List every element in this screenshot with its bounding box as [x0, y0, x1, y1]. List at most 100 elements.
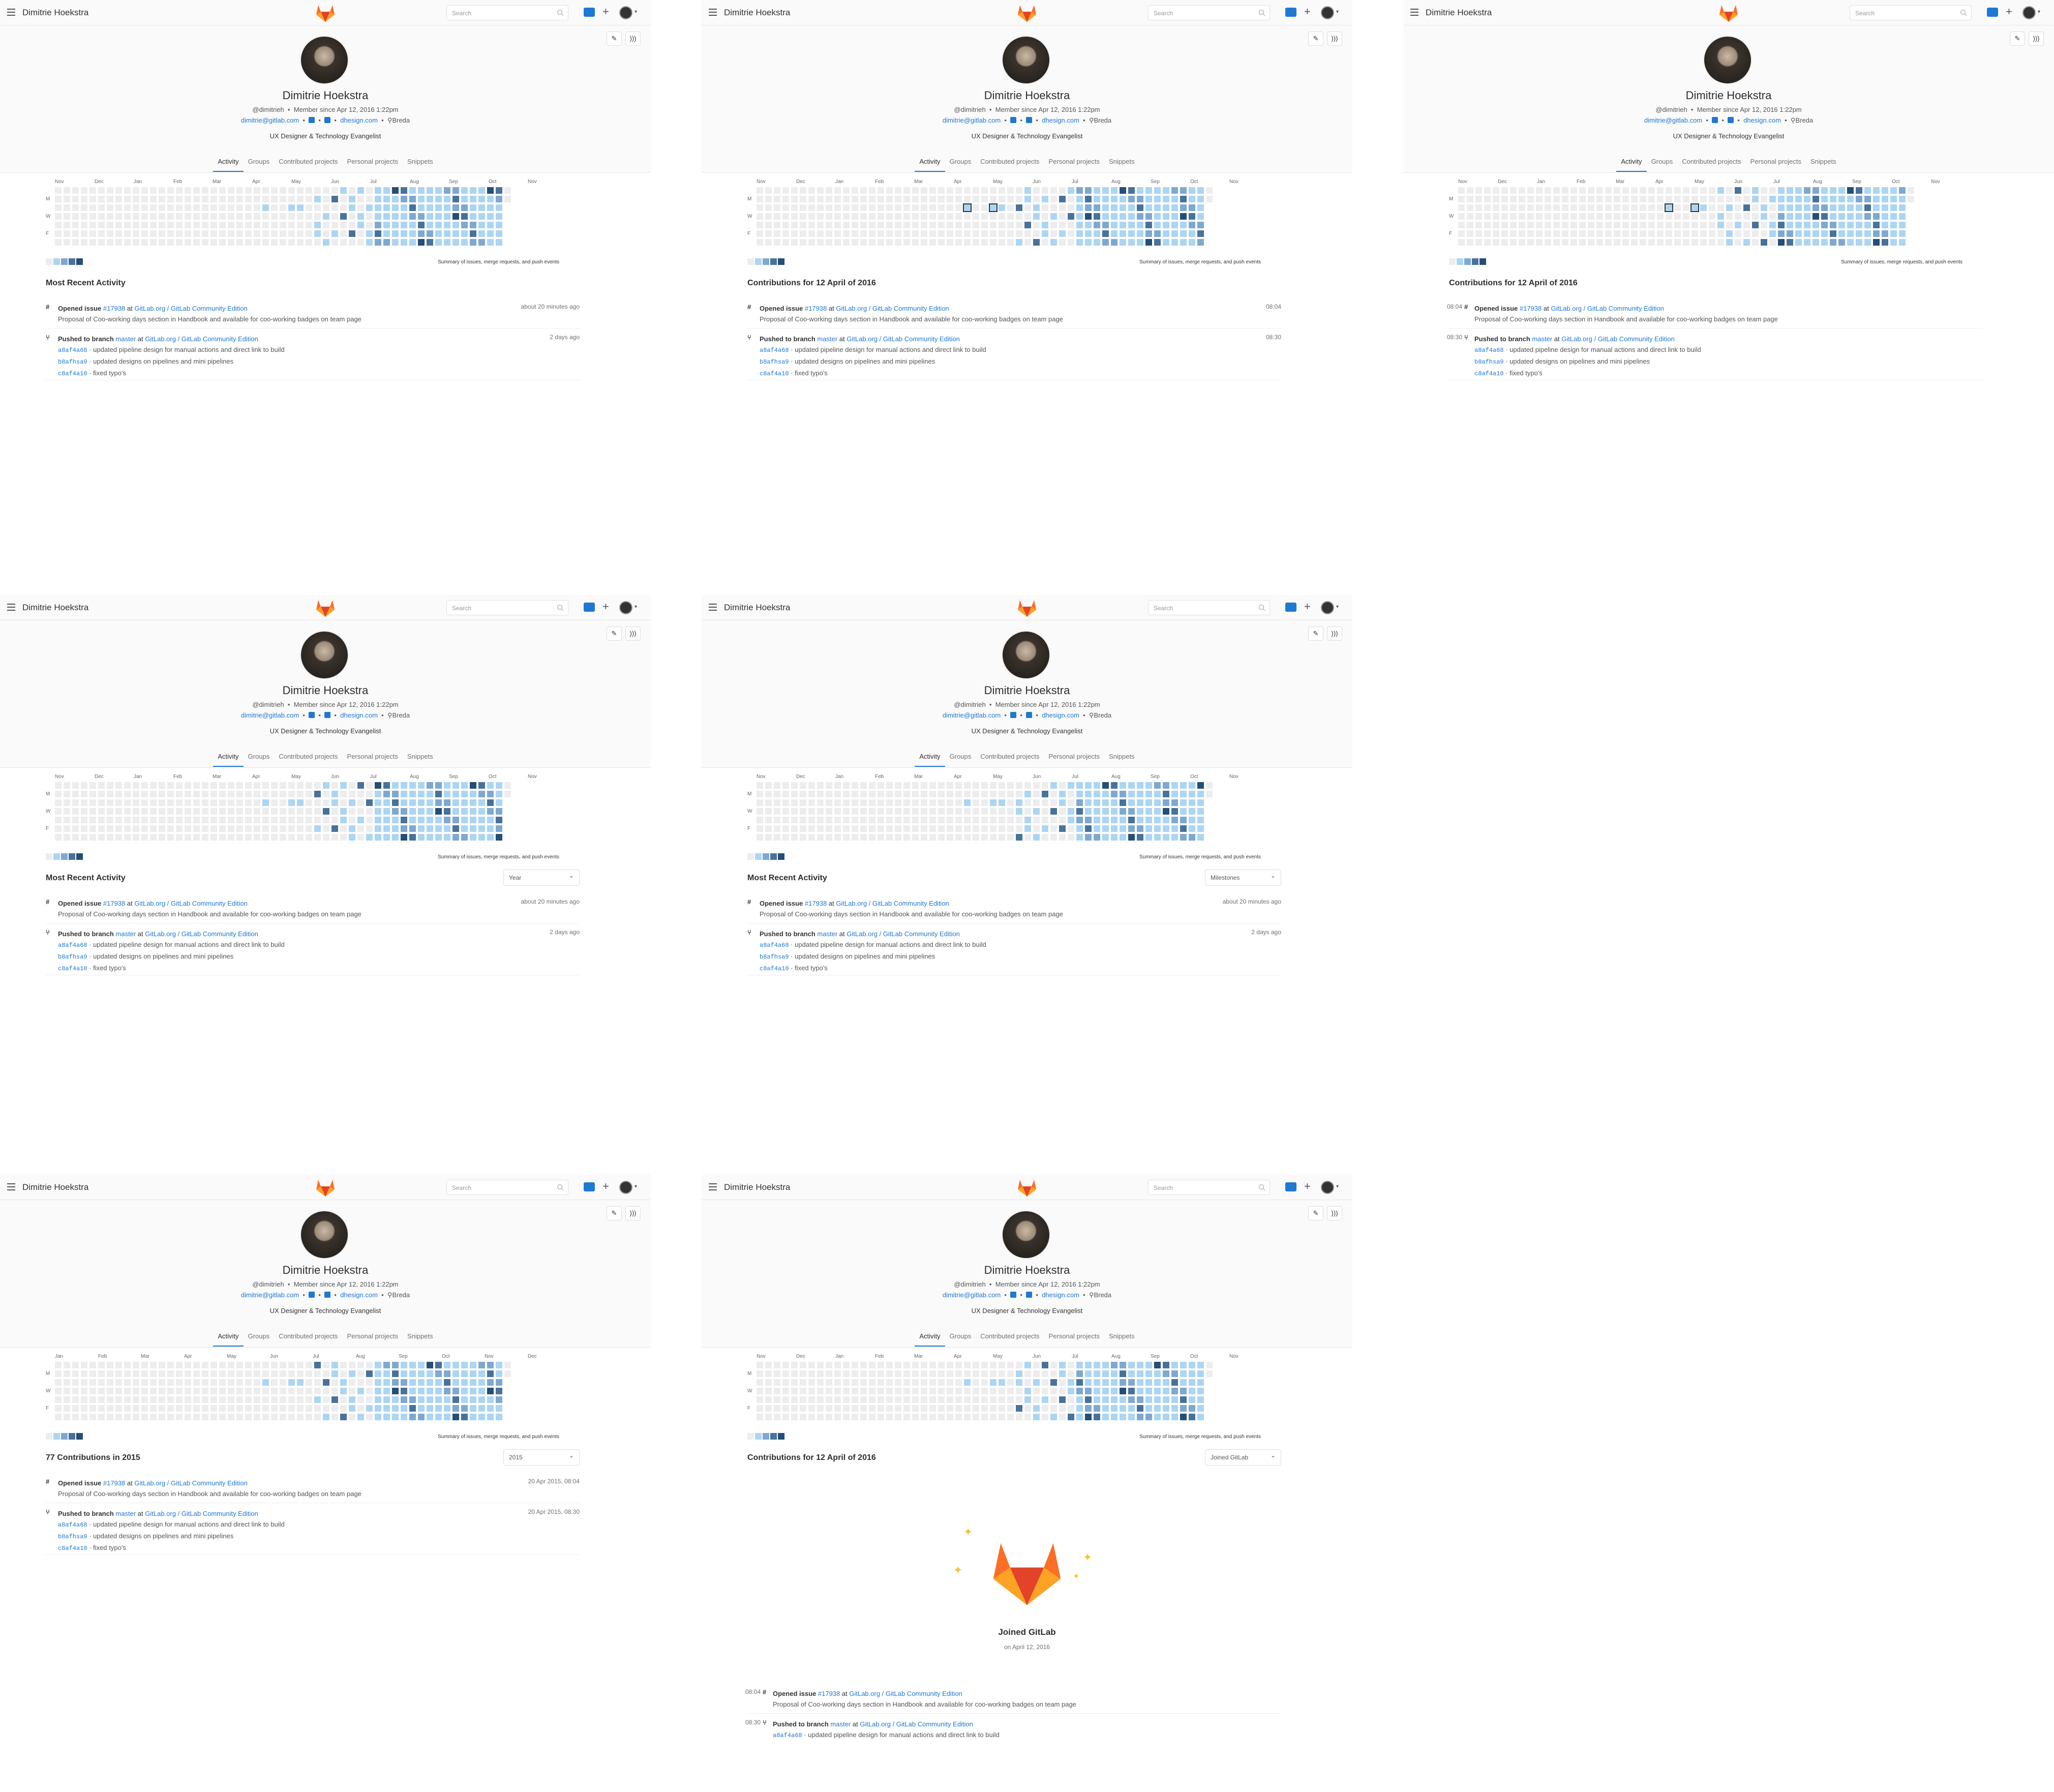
calendar-day-cell[interactable] — [1657, 196, 1664, 202]
calendar-day-cell[interactable] — [999, 213, 1005, 220]
calendar-day-cell[interactable] — [72, 782, 79, 789]
calendar-day-cell[interactable] — [383, 791, 390, 797]
calendar-day-cell[interactable] — [418, 204, 425, 211]
calendar-day-cell[interactable] — [185, 230, 191, 237]
calendar-day-cell[interactable] — [159, 791, 165, 797]
calendar-day-cell[interactable] — [947, 187, 953, 194]
calendar-day-cell[interactable] — [254, 1370, 260, 1377]
calendar-day-cell[interactable] — [981, 791, 988, 797]
calendar-day-cell[interactable] — [349, 1379, 355, 1386]
calendar-day-cell[interactable] — [1059, 825, 1066, 832]
calendar-day-cell[interactable] — [886, 1405, 893, 1412]
calendar-day-cell[interactable] — [245, 791, 252, 797]
calendar-day-cell[interactable] — [1735, 230, 1741, 237]
calendar-day-cell[interactable] — [383, 808, 390, 815]
calendar-day-cell[interactable] — [782, 825, 789, 832]
calendar-day-cell[interactable] — [1024, 230, 1031, 237]
calendar-day-cell[interactable] — [1553, 196, 1560, 202]
calendar-day-cell[interactable] — [808, 834, 815, 841]
calendar-day-cell[interactable] — [280, 782, 286, 789]
linkedin-icon[interactable] — [309, 712, 315, 718]
calendar-day-cell[interactable] — [141, 239, 148, 246]
calendar-day-cell[interactable] — [1033, 187, 1040, 194]
calendar-day-cell[interactable] — [331, 230, 338, 237]
calendar-day-cell[interactable] — [774, 204, 780, 211]
calendar-day-cell[interactable] — [808, 817, 815, 823]
calendar-day-cell[interactable] — [1787, 196, 1793, 202]
calendar-day-cell[interactable] — [1752, 239, 1759, 246]
calendar-day-cell[interactable] — [1076, 825, 1083, 832]
calendar-day-cell[interactable] — [98, 834, 105, 841]
calendar-day-cell[interactable] — [1189, 808, 1195, 815]
calendar-day-cell[interactable] — [1856, 213, 1862, 220]
calendar-day-cell[interactable] — [418, 791, 425, 797]
navbar-title[interactable]: Dimitrie Hoekstra — [724, 603, 790, 613]
calendar-day-cell[interactable] — [834, 1379, 841, 1386]
calendar-day-cell[interactable] — [964, 239, 971, 246]
calendar-day-cell[interactable] — [1085, 1362, 1092, 1368]
tab-groups[interactable]: Groups — [945, 1327, 976, 1346]
calendar-day-cell[interactable] — [375, 204, 381, 211]
calendar-day-cell[interactable] — [262, 187, 269, 194]
calendar-day-cell[interactable] — [1102, 187, 1109, 194]
calendar-day-cell[interactable] — [89, 213, 96, 220]
calendar-day-cell[interactable] — [782, 799, 789, 806]
calendar-day-cell[interactable] — [262, 230, 269, 237]
commit-sha-link[interactable]: c8af4a10 — [760, 965, 789, 972]
calendar-day-cell[interactable] — [167, 222, 174, 228]
calendar-day-cell[interactable] — [1128, 213, 1135, 220]
calendar-day-cell[interactable] — [366, 1362, 373, 1368]
calendar-day-cell[interactable] — [228, 239, 234, 246]
calendar-day-cell[interactable] — [323, 1388, 329, 1394]
calendar-day-cell[interactable] — [1111, 239, 1117, 246]
user-menu-avatar[interactable] — [619, 601, 632, 614]
new-item-plus-icon[interactable]: + — [602, 1181, 609, 1192]
calendar-day-cell[interactable] — [185, 808, 191, 815]
calendar-day-cell[interactable] — [1128, 1370, 1135, 1377]
calendar-day-cell[interactable] — [1795, 204, 1802, 211]
calendar-day-cell[interactable] — [1111, 825, 1117, 832]
calendar-day-cell[interactable] — [1570, 222, 1577, 228]
calendar-day-cell[interactable] — [1717, 187, 1724, 194]
calendar-day-cell[interactable] — [236, 1388, 243, 1394]
calendar-day-cell[interactable] — [895, 239, 901, 246]
calendar-day-cell[interactable] — [306, 213, 312, 220]
calendar-day-cell[interactable] — [478, 808, 485, 815]
calendar-day-cell[interactable] — [1154, 799, 1161, 806]
calendar-day-cell[interactable] — [782, 1405, 789, 1412]
calendar-day-cell[interactable] — [314, 230, 321, 237]
calendar-day-cell[interactable] — [236, 782, 243, 789]
calendar-day-cell[interactable] — [81, 239, 87, 246]
calendar-day-cell[interactable] — [1094, 817, 1100, 823]
calendar-day-cell[interactable] — [1094, 196, 1100, 202]
calendar-day-cell[interactable] — [1778, 230, 1785, 237]
calendar-day-cell[interactable] — [1761, 239, 1767, 246]
calendar-day-cell[interactable] — [107, 808, 113, 815]
hamburger-menu-icon[interactable] — [709, 604, 717, 611]
calendar-day-cell[interactable] — [1059, 222, 1066, 228]
calendar-day-cell[interactable] — [115, 222, 122, 228]
calendar-day-cell[interactable] — [409, 808, 416, 815]
tab-contributed-projects[interactable]: Contributed projects — [274, 1327, 342, 1346]
calendar-day-cell[interactable] — [210, 817, 217, 823]
chevron-down-icon[interactable]: ▾ — [1336, 1184, 1339, 1189]
calendar-day-cell[interactable] — [817, 1362, 824, 1368]
calendar-day-cell[interactable] — [817, 222, 824, 228]
calendar-day-cell[interactable] — [288, 1396, 295, 1403]
calendar-day-cell[interactable] — [1545, 204, 1551, 211]
calendar-day-cell[interactable] — [886, 1362, 893, 1368]
calendar-day-cell[interactable] — [115, 1414, 122, 1420]
calendar-day-cell[interactable] — [409, 187, 416, 194]
calendar-day-cell[interactable] — [141, 834, 148, 841]
calendar-day-cell[interactable] — [1007, 213, 1014, 220]
calendar-day-cell[interactable] — [1562, 230, 1568, 237]
calendar-day-cell[interactable] — [1033, 1405, 1040, 1412]
calendar-day-cell[interactable] — [1873, 196, 1880, 202]
calendar-day-cell[interactable] — [1622, 187, 1629, 194]
calendar-day-cell[interactable] — [1838, 239, 1845, 246]
calendar-day-cell[interactable] — [808, 239, 815, 246]
calendar-day-cell[interactable] — [1197, 196, 1204, 202]
calendar-day-cell[interactable] — [280, 1362, 286, 1368]
calendar-day-cell[interactable] — [401, 1405, 407, 1412]
calendar-day-cell[interactable] — [236, 1405, 243, 1412]
